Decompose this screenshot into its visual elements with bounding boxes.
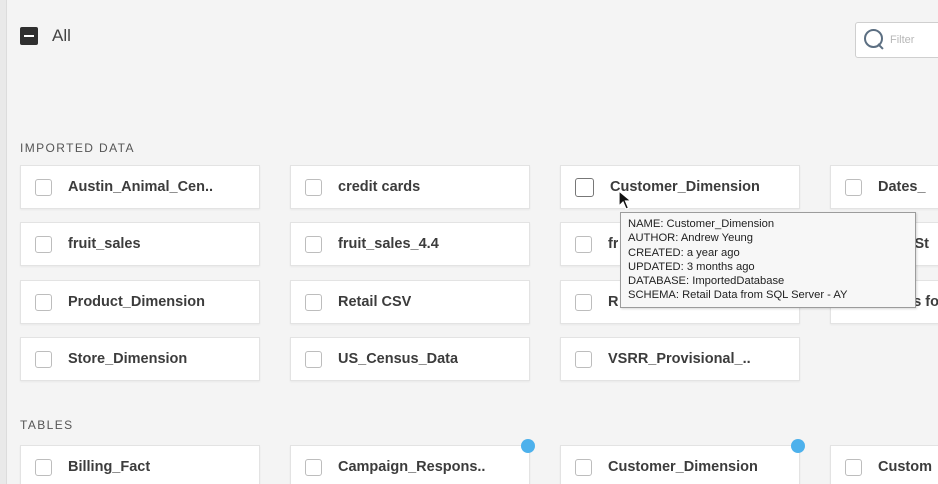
- mouse-cursor-icon: [618, 190, 633, 210]
- filter-box[interactable]: [855, 22, 938, 58]
- filter-input[interactable]: [888, 33, 938, 47]
- source-card-label: fr: [608, 236, 619, 252]
- select-all-icon[interactable]: [20, 27, 38, 45]
- select-all-label: All: [52, 26, 71, 45]
- table-card-label: Billing_Fact: [68, 459, 151, 475]
- source-card-label: Product_Dimension: [68, 294, 205, 310]
- section-title-tables: TABLES: [20, 418, 74, 432]
- section-title-imported-data: IMPORTED DATA: [20, 141, 135, 155]
- tooltip-updated: UPDATED: 3 months ago: [628, 260, 755, 273]
- source-card-label: fruit_sales_4.4: [338, 236, 439, 252]
- source-card[interactable]: credit cards: [290, 165, 530, 209]
- source-card-label: Retail CSV: [338, 294, 412, 310]
- checkbox-icon[interactable]: [575, 350, 592, 368]
- source-card[interactable]: fruit_sales_4.4: [290, 222, 530, 266]
- source-card-label: R: [608, 294, 619, 310]
- checkbox-icon[interactable]: [305, 178, 322, 196]
- source-card-label: Austin_Animal_Cen..: [68, 179, 214, 195]
- source-card[interactable]: Retail CSV: [290, 280, 530, 324]
- tooltip-database: DATABASE: ImportedDatabase: [628, 275, 785, 288]
- checkbox-icon[interactable]: [305, 350, 322, 368]
- checkbox-icon[interactable]: [845, 178, 862, 196]
- source-card-label: credit cards: [338, 179, 421, 195]
- checkbox-icon[interactable]: [305, 293, 322, 311]
- source-card[interactable]: Store_Dimension: [20, 337, 260, 381]
- source-card[interactable]: fruit_sales: [20, 222, 260, 266]
- tooltip-author: AUTHOR: Andrew Yeung: [628, 232, 753, 245]
- data-source-picker: All IMPORTED DATA Austin_Animal_Cen.. cr…: [0, 0, 938, 484]
- tooltip-created: CREATED: a year ago: [628, 246, 740, 259]
- badge-dot-icon: [521, 439, 535, 453]
- checkbox-icon[interactable]: [575, 235, 592, 253]
- checkbox-icon[interactable]: [35, 178, 52, 196]
- table-card-label: Campaign_Respons..: [338, 459, 486, 475]
- left-panel-edge: [0, 0, 7, 484]
- table-card[interactable]: Custom: [830, 445, 938, 484]
- tooltip-name: NAME: Customer_Dimension: [628, 218, 775, 230]
- badge-dot-icon: [791, 439, 805, 453]
- select-all-row[interactable]: All: [20, 26, 71, 46]
- source-card-label: Store_Dimension: [68, 351, 188, 367]
- checkbox-icon[interactable]: [575, 293, 592, 311]
- checkbox-icon[interactable]: [575, 458, 592, 476]
- table-card-label: Customer_Dimension: [608, 459, 758, 475]
- tooltip-schema: SCHEMA: Retail Data from SQL Server - AY: [628, 289, 848, 302]
- table-card[interactable]: Campaign_Respons..: [290, 439, 535, 484]
- source-card-customer-dimension[interactable]: Customer_Dimension: [560, 165, 800, 209]
- checkbox-icon[interactable]: [35, 235, 52, 253]
- source-card-label: s fo: [913, 294, 938, 310]
- checkbox-icon[interactable]: [845, 458, 862, 476]
- checkbox-icon[interactable]: [305, 458, 322, 476]
- table-card[interactable]: Customer_Dimension: [560, 439, 805, 484]
- table-card[interactable]: Billing_Fact: [20, 445, 260, 484]
- source-card[interactable]: VSRR_Provisional_..: [560, 337, 800, 381]
- source-card-label: fruit_sales: [68, 236, 141, 252]
- source-details-tooltip: NAME: Customer_Dimension AUTHOR: Andrew …: [620, 212, 916, 308]
- source-card[interactable]: US_Census_Data: [290, 337, 530, 381]
- checkbox-icon[interactable]: [305, 235, 322, 253]
- source-card-label: St: [914, 236, 930, 252]
- source-card[interactable]: Product_Dimension: [20, 280, 260, 324]
- checkbox-icon[interactable]: [35, 350, 52, 368]
- source-card-label: US_Census_Data: [338, 351, 459, 367]
- source-card[interactable]: Dates_: [830, 165, 938, 209]
- source-card[interactable]: Austin_Animal_Cen..: [20, 165, 260, 209]
- search-icon: [864, 29, 886, 51]
- source-card-label: VSRR_Provisional_..: [608, 351, 751, 367]
- checkbox-icon[interactable]: [575, 177, 594, 197]
- checkbox-icon[interactable]: [35, 293, 52, 311]
- checkbox-icon[interactable]: [35, 458, 52, 476]
- source-card-label: Dates_: [878, 179, 926, 195]
- table-card-label: Custom: [878, 459, 932, 475]
